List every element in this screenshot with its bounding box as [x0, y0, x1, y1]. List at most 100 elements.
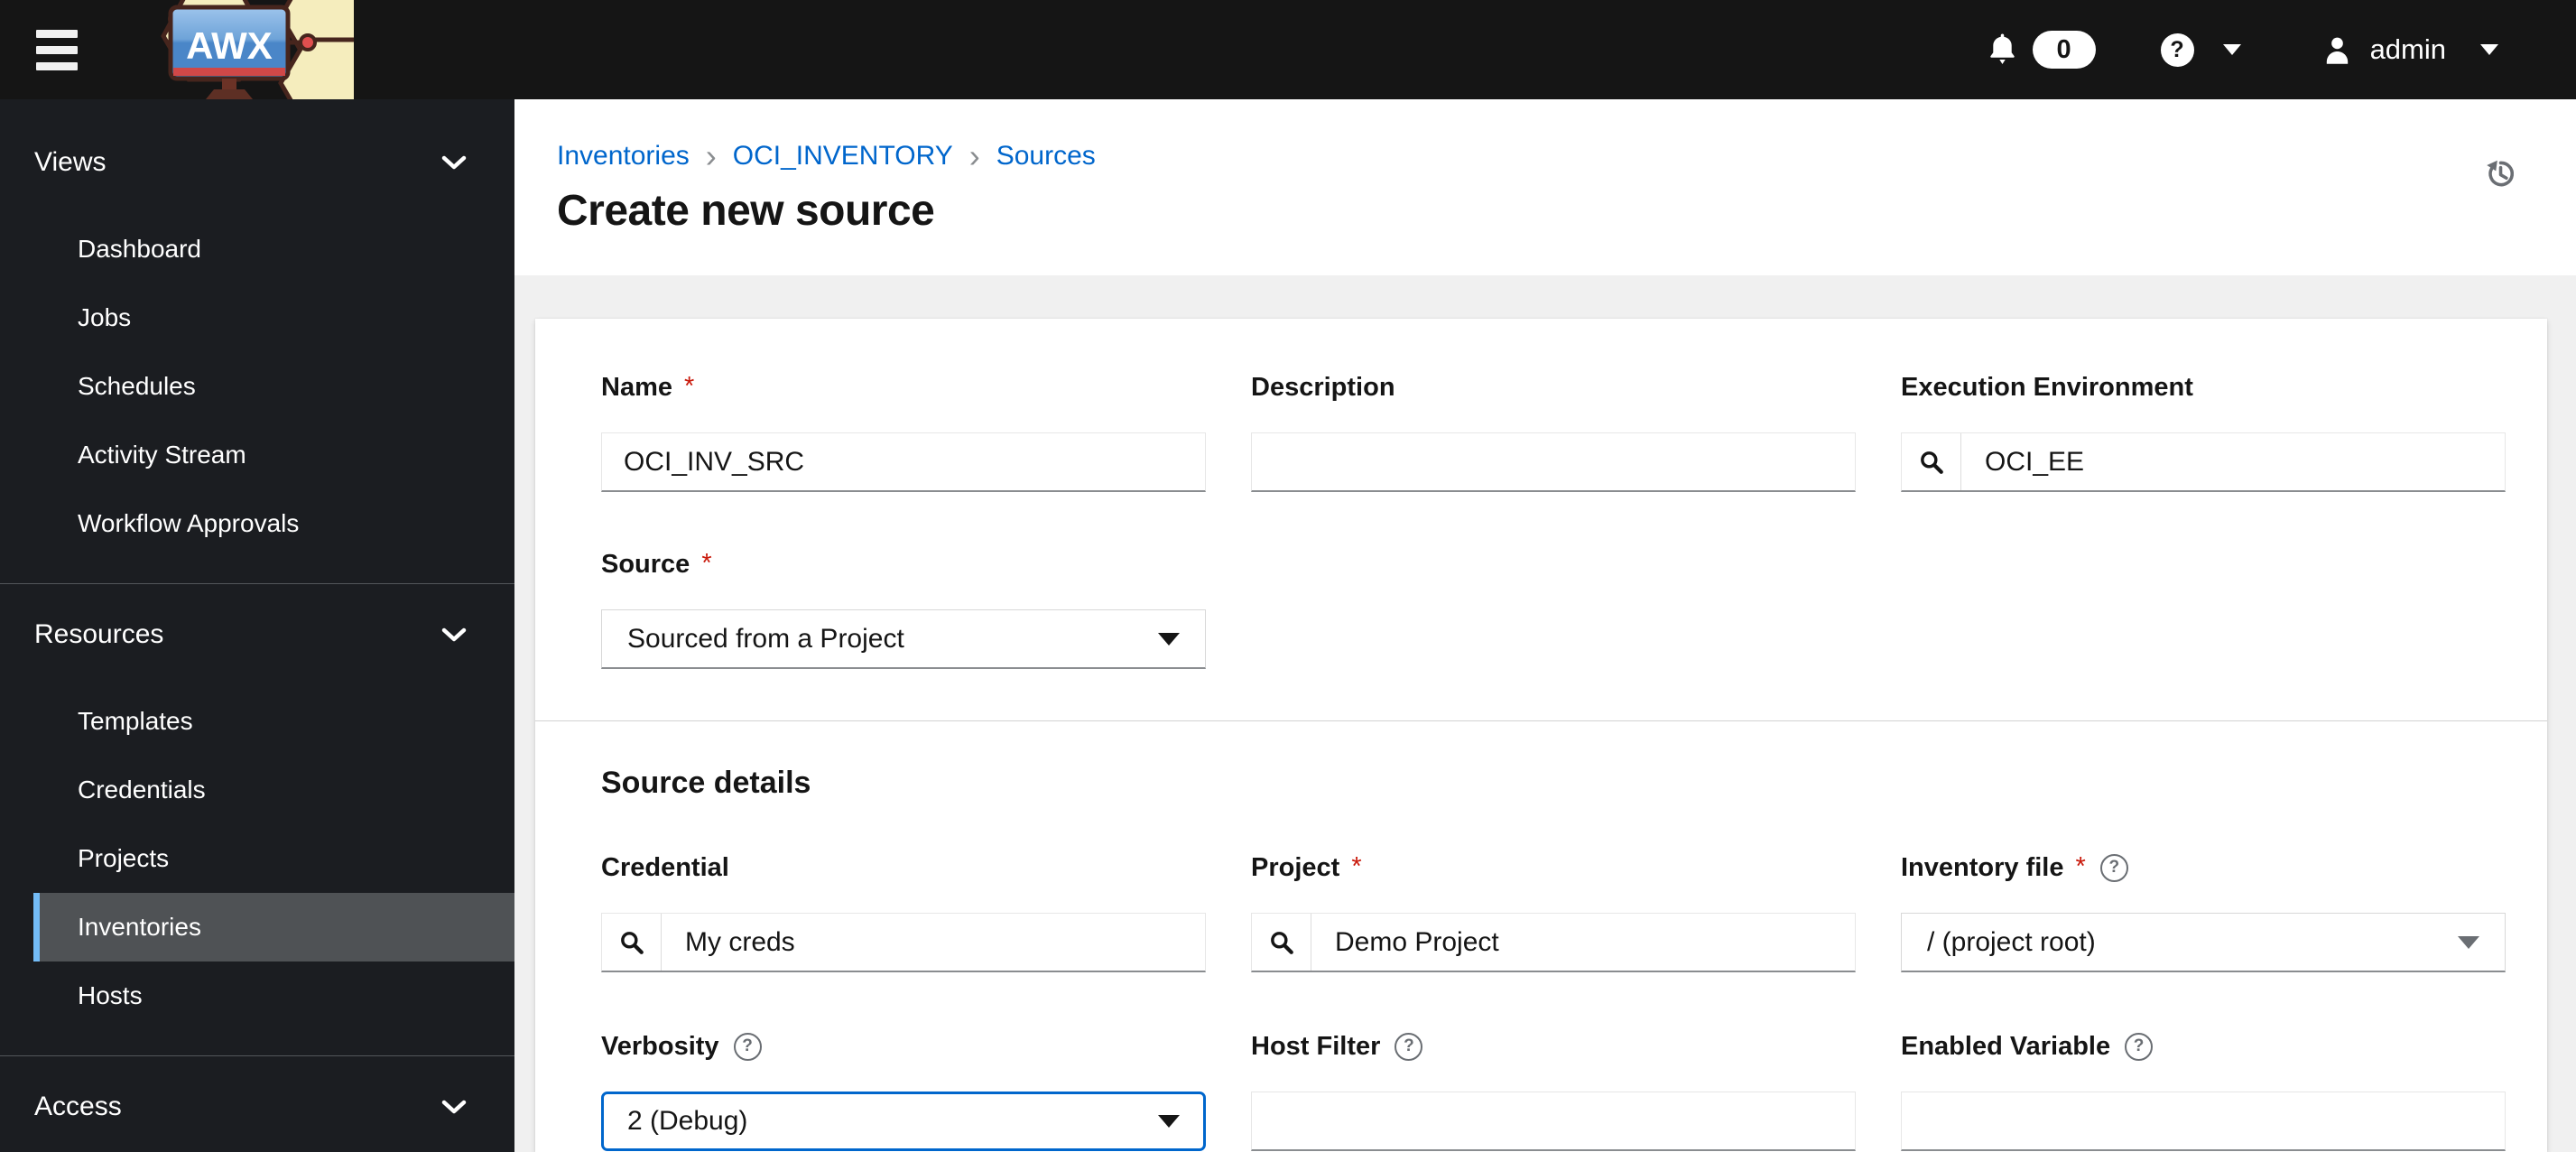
question-circle-icon: ? [2160, 33, 2194, 67]
question-circle-icon[interactable]: ? [1395, 1032, 1423, 1061]
caret-down-icon [1158, 1115, 1180, 1128]
name-field-group: Name * [601, 371, 1206, 492]
sidebar-item-activity-stream[interactable]: Activity Stream [33, 421, 514, 489]
awx-logo-image: AWX [161, 0, 354, 99]
verbosity-select[interactable]: 2 (Debug) [601, 1092, 1206, 1151]
breadcrumb-link-oci-inventory[interactable]: OCI_INVENTORY [733, 141, 953, 172]
chevron-down-icon [441, 1100, 467, 1114]
chevron-down-icon [441, 627, 467, 642]
search-icon [1270, 931, 1293, 954]
sidebar-item-label: Activity Stream [78, 441, 246, 469]
sidebar-group-views[interactable]: Views [0, 135, 514, 190]
history-button[interactable] [2482, 155, 2518, 194]
sidebar-item-hosts[interactable]: Hosts [33, 962, 514, 1030]
sidebar-item-label: Dashboard [78, 235, 201, 263]
required-asterisk: * [701, 549, 712, 578]
history-icon [2487, 160, 2515, 187]
sidebar-item-label: Credentials [78, 776, 206, 804]
sidebar-item-projects[interactable]: Projects [33, 824, 514, 893]
page-title: Create new source [557, 187, 935, 235]
breadcrumb-separator-icon: › [968, 137, 980, 174]
credential-input[interactable] [662, 914, 1205, 971]
sidebar-group-label: Views [34, 147, 107, 177]
verbosity-label: Verbosity ? [601, 1030, 1206, 1063]
chevron-down-icon [2480, 44, 2498, 55]
enabled-variable-input[interactable] [1901, 1092, 2506, 1151]
hamburger-menu-icon[interactable] [36, 29, 78, 70]
sidebar-group-resources[interactable]: Resources [0, 608, 514, 662]
enabled-variable-label: Enabled Variable ? [1901, 1030, 2506, 1063]
sidebar-item-label: Workflow Approvals [78, 509, 300, 537]
sidebar-item-label: Templates [78, 707, 193, 735]
execution-environment-input[interactable] [1961, 433, 2505, 490]
logo-text: AWX [186, 24, 273, 67]
sidebar-item-label: Projects [78, 844, 170, 872]
sidebar-group-access[interactable]: Access [0, 1080, 514, 1134]
breadcrumb-link-inventories[interactable]: Inventories [557, 141, 690, 172]
question-circle-icon[interactable]: ? [2125, 1032, 2154, 1061]
search-icon [1920, 451, 1943, 474]
form-row-4: Verbosity ? 2 (Debug) Host Filter ? Enab… [601, 1030, 2506, 1151]
masthead-actions: 0 ? admin [1987, 31, 2498, 69]
source-label: Source * [601, 549, 712, 579]
hamburger-bar [36, 61, 78, 70]
execution-environment-search-button[interactable] [1902, 433, 1961, 490]
project-search-button[interactable] [1252, 914, 1311, 971]
source-select-value: Sourced from a Project [627, 623, 904, 654]
inventory-file-field-group: Inventory file * ? / (project root) [1901, 851, 2506, 972]
inventory-file-select[interactable]: / (project root) [1901, 913, 2506, 972]
question-circle-icon[interactable]: ? [2099, 853, 2128, 882]
project-field-group: Project * [1251, 851, 1856, 972]
credential-search-button[interactable] [602, 914, 662, 971]
breadcrumb: Inventories › OCI_INVENTORY › Sources [557, 137, 2513, 174]
sidebar-item-dashboard[interactable]: Dashboard [33, 215, 514, 283]
page-header: Inventories › OCI_INVENTORY › Sources Cr… [514, 99, 2576, 275]
main-content: Inventories › OCI_INVENTORY › Sources Cr… [514, 99, 2576, 1152]
awx-logo[interactable]: AWX [128, 0, 354, 99]
inventory-file-select-value: / (project root) [1927, 926, 2096, 957]
caret-down-icon [1158, 632, 1180, 646]
sidebar-item-inventories[interactable]: Inventories [33, 893, 514, 962]
sidebar-item-schedules[interactable]: Schedules [33, 352, 514, 421]
inventory-file-label: Inventory file * ? [1901, 851, 2506, 884]
credential-lookup [601, 913, 1206, 972]
description-field-group: Description [1251, 371, 1856, 492]
sidebar-resources-list: Templates Credentials Projects Inventori… [0, 687, 514, 1030]
sidebar-item-credentials[interactable]: Credentials [33, 756, 514, 824]
credential-field-group: Credential [601, 851, 1206, 972]
sidebar-item-label: Hosts [78, 981, 143, 1009]
sidebar: Views Dashboard Jobs Schedules Activity … [0, 99, 514, 1152]
host-filter-input[interactable] [1251, 1092, 1856, 1151]
execution-environment-label: Execution Environment [1901, 372, 2193, 402]
hamburger-bar [36, 29, 78, 38]
description-input[interactable] [1251, 432, 1856, 492]
form-row-1: Name * Description Execution Envir [601, 371, 2506, 492]
verbosity-select-value: 2 (Debug) [627, 1106, 748, 1136]
source-details-heading: Source details [601, 766, 811, 800]
help-menu-button[interactable]: ? [2160, 33, 2241, 67]
sidebar-item-templates[interactable]: Templates [33, 687, 514, 756]
sidebar-item-jobs[interactable]: Jobs [33, 283, 514, 352]
project-label: Project * [1251, 852, 1362, 882]
source-select[interactable]: Sourced from a Project [601, 609, 1206, 669]
name-label: Name * [601, 372, 695, 402]
user-menu-button[interactable]: admin [2322, 33, 2498, 66]
notifications-button[interactable]: 0 [1987, 31, 2096, 69]
breadcrumb-separator-icon: › [705, 137, 717, 174]
sidebar-group-label: Access [34, 1092, 122, 1121]
hamburger-bar [36, 45, 78, 54]
breadcrumb-link-sources[interactable]: Sources [996, 141, 1096, 172]
question-circle-icon[interactable]: ? [733, 1032, 762, 1061]
name-input[interactable] [601, 432, 1206, 492]
form-row-3: Credential My creds Project * Demo Proje… [601, 851, 2506, 972]
sidebar-item-workflow-approvals[interactable]: Workflow Approvals [33, 489, 514, 558]
project-input[interactable] [1311, 914, 1855, 971]
masthead: AWX 0 ? admin [0, 0, 2576, 99]
section-divider [535, 720, 2547, 721]
sidebar-item-label: Inventories [78, 913, 201, 941]
caret-down-icon [2458, 935, 2479, 949]
host-filter-label: Host Filter ? [1251, 1030, 1856, 1063]
logo-red-node [299, 33, 317, 51]
search-icon [620, 931, 644, 954]
chevron-down-icon [441, 155, 467, 170]
